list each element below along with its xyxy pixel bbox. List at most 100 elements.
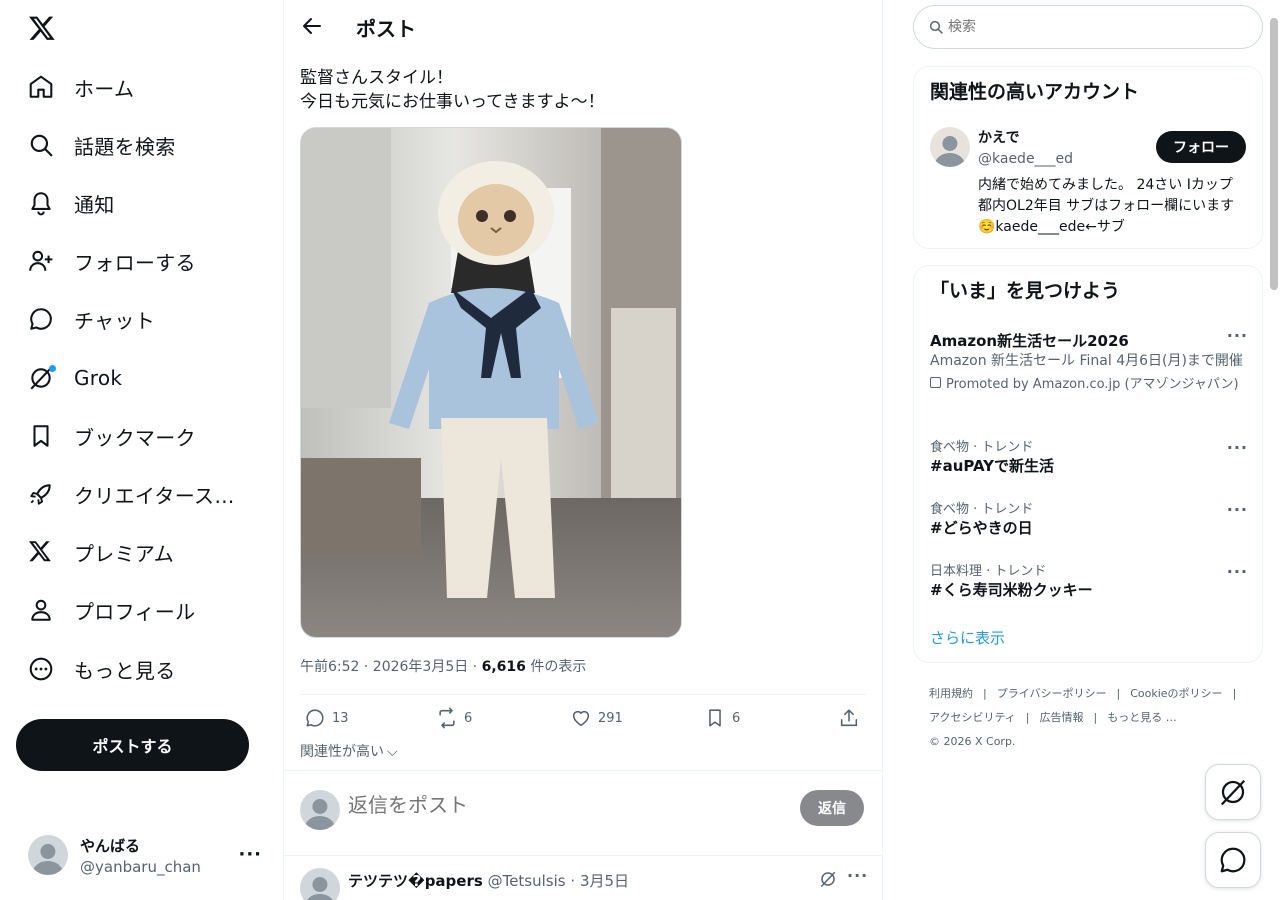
unread-dot <box>49 365 56 372</box>
more-dots-icon[interactable]: ··· <box>1227 326 1248 345</box>
grok-icon <box>1220 779 1246 806</box>
nav-label: プレミアム <box>74 541 175 566</box>
promoted-icon <box>930 377 941 388</box>
sort-label: 関連性が高い <box>300 744 384 760</box>
trend-item[interactable]: 日本料理 · トレンド #くら寿司米粉クッキー ··· <box>930 560 1248 600</box>
footer-link-privacy[interactable]: プライバシーポリシー <box>997 687 1107 700</box>
chat-floating-button[interactable] <box>1205 832 1261 888</box>
more-dots-icon[interactable]: ··· <box>1227 500 1248 519</box>
account-bio: 内緒で始めてみました。 24さい Iカップ 都内OL2年目 サブはフォロー欄にい… <box>978 177 1235 235</box>
nav-creator-studio[interactable]: クリエイタースタ… <box>16 469 261 519</box>
x-logo-icon[interactable] <box>28 14 56 42</box>
reply-composer: 返信 <box>284 770 882 856</box>
nav-explore[interactable]: 話題を検索 <box>16 120 188 170</box>
post-timestamp[interactable]: 午前6:52 · 2026年3月5日 · <box>300 659 482 675</box>
trend-description: Amazon 新生活セール Final 4月6日(月)まで開催 <box>930 353 1243 369</box>
account-handle[interactable]: @kaede___ed <box>978 151 1073 167</box>
footer-link-accessibility[interactable]: アクセシビリティ <box>929 711 1016 724</box>
nav-label: プロフィール <box>74 599 196 624</box>
search-icon <box>929 20 943 34</box>
promoted-label: Promoted by Amazon.co.jp (アマゾンジャパン) <box>930 373 1248 392</box>
more-dots-icon[interactable]: ··· <box>847 866 868 885</box>
footer-link-ads[interactable]: 広告情報 <box>1040 711 1084 724</box>
bookmark-action[interactable]: 6 <box>704 707 740 729</box>
nav-label: 通知 <box>74 192 115 217</box>
post-text-line: 今日も元気にお仕事いってきますよ〜！ <box>300 92 605 112</box>
nav-grok[interactable]: Grok <box>16 353 134 403</box>
view-count: 6,616 <box>481 659 526 675</box>
person-add-icon <box>28 248 54 274</box>
nav-home[interactable]: ホーム <box>16 62 146 112</box>
more-dots-icon[interactable]: ··· <box>1227 562 1248 581</box>
trend-headline: #auPAYで新生活 <box>930 457 1055 475</box>
account-name[interactable]: かえで <box>978 127 1020 147</box>
nav-label: クリエイタースタ… <box>74 483 249 508</box>
related-accounts-card: 関連性の高いアカウント かえで @kaede___ed フォロー 内緒で始めてみ… <box>913 66 1263 249</box>
nav-notifications[interactable]: 通知 <box>16 178 127 228</box>
nav-profile[interactable]: プロフィール <box>16 585 207 635</box>
card-title: 「いま」を見つけよう <box>930 280 1121 302</box>
chat-icon <box>1220 847 1246 873</box>
promoted-text: Promoted by Amazon.co.jp (アマゾンジャパン) <box>946 377 1239 392</box>
reply-sort-dropdown[interactable]: 関連性が高い ⌵ <box>300 741 398 761</box>
reply-button[interactable]: 返信 <box>800 790 864 826</box>
search-input[interactable] <box>948 19 1228 35</box>
footer-separator: | <box>1025 711 1030 724</box>
like-action[interactable]: 291 <box>570 707 623 729</box>
trend-headline: #どらやきの日 <box>930 519 1033 537</box>
footer-link-more[interactable]: もっと見る … <box>1107 711 1177 724</box>
reply-count: 13 <box>332 710 349 726</box>
reply-action[interactable]: 13 <box>304 707 349 729</box>
footer-link-terms[interactable]: 利用規約 <box>929 687 973 700</box>
avatar <box>300 790 340 830</box>
nav-more[interactable]: もっと見る <box>16 644 188 694</box>
trend-context: 日本料理 · トレンド <box>930 564 1047 579</box>
grok-icon[interactable] <box>819 870 837 888</box>
person-icon <box>28 597 54 623</box>
post-metadata: 午前6:52 · 2026年3月5日 · 6,616 件の表示 <box>300 656 586 676</box>
post-image[interactable] <box>300 127 682 638</box>
reply-date[interactable]: 3月5日 <box>580 872 629 890</box>
post-body: 監督さんスタイル！ 今日も元気にお仕事いってきますよ〜！ <box>300 66 605 114</box>
post-button[interactable]: ポストする <box>16 719 249 771</box>
reply-input[interactable] <box>348 793 768 817</box>
reply-author: テツテツ�papers @Tetsulsis · 3月5日 <box>348 870 629 891</box>
bell-icon <box>28 190 54 216</box>
trend-context: 食べ物 · トレンド <box>930 440 1034 455</box>
show-more-link[interactable]: さらに表示 <box>930 627 1005 648</box>
trend-item[interactable]: 食べ物 · トレンド #auPAYで新生活 ··· <box>930 436 1248 476</box>
more-dots-icon[interactable]: ··· <box>238 844 262 865</box>
account-switcher[interactable]: やんばる @yanbaru_chan ··· <box>28 830 268 880</box>
left-sidebar: ホーム 話題を検索 通知 フォローする チャット Grok ブックマーク クリエ… <box>0 0 284 900</box>
grok-floating-button[interactable] <box>1205 764 1261 820</box>
nav-premium[interactable]: プレミアム <box>16 527 186 577</box>
nav-label: ブックマーク <box>74 425 196 450</box>
avatar[interactable] <box>930 127 970 167</box>
footer-separator: | <box>1093 711 1098 724</box>
copyright: © 2026 X Corp. <box>929 735 1016 748</box>
nav-bookmarks[interactable]: ブックマーク <box>16 411 208 461</box>
nav-chat[interactable]: チャット <box>16 294 167 344</box>
reply-author-handle[interactable]: @Tetsulsis <box>488 872 566 890</box>
back-arrow-icon[interactable] <box>300 14 324 38</box>
nav-follow[interactable]: フォローする <box>16 236 208 286</box>
follow-button[interactable]: フォロー <box>1156 131 1246 163</box>
footer-separator: | <box>983 687 987 700</box>
footer-separator: | <box>1116 687 1121 700</box>
search-box[interactable] <box>913 5 1263 49</box>
share-action[interactable] <box>838 707 860 729</box>
page-title: ポスト <box>356 17 416 41</box>
nav-label: Grok <box>74 366 123 390</box>
footer-link-cookies[interactable]: Cookieのポリシー <box>1130 687 1222 700</box>
more-dots-icon[interactable]: ··· <box>1227 438 1248 457</box>
repost-action[interactable]: 6 <box>436 707 472 729</box>
avatar <box>28 835 68 875</box>
reply-item[interactable]: テツテツ�papers @Tetsulsis · 3月5日 ··· <box>284 856 882 900</box>
trend-item[interactable]: 食べ物 · トレンド #どらやきの日 ··· <box>930 498 1248 538</box>
bookmark-icon <box>709 709 721 727</box>
trend-item[interactable]: Amazon新生活セール2026 Amazon 新生活セール Final 4月6… <box>930 326 1248 392</box>
main-column: ポスト 監督さんスタイル！ 今日も元気にお仕事いってきますよ〜！ 午前6:52 … <box>284 0 883 900</box>
footer-separator: | <box>1232 687 1237 700</box>
scrollbar[interactable] <box>1270 18 1278 290</box>
reply-author-name[interactable]: テツテツ�papers <box>348 872 483 890</box>
